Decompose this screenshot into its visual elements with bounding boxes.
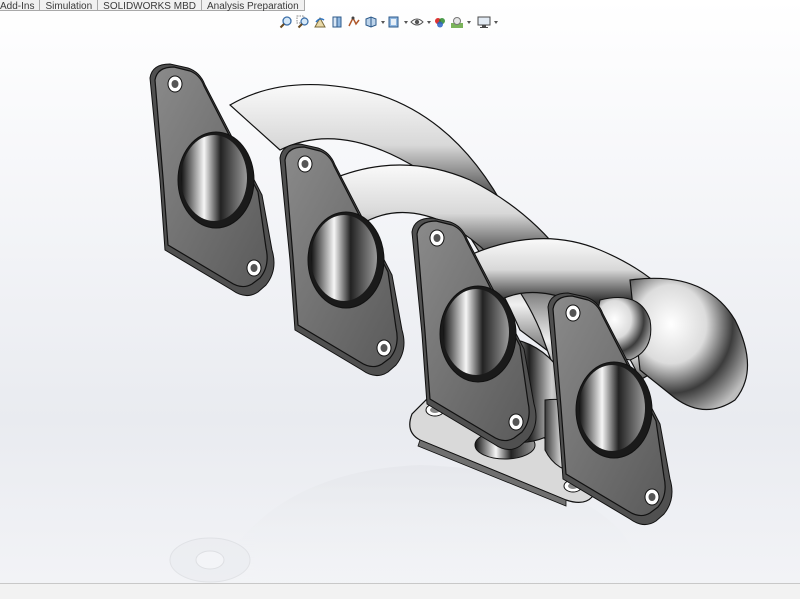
zoom-to-fit-icon[interactable] (278, 14, 294, 30)
edit-appearance-icon[interactable] (432, 14, 448, 30)
tab-simulation[interactable]: Simulation (39, 0, 99, 12)
display-style-icon[interactable] (386, 14, 402, 30)
zoom-to-area-icon[interactable] (295, 14, 311, 30)
graphics-area[interactable]: Add-Ins Simulation SOLIDWORKS MBD Analys… (0, 0, 800, 599)
command-manager-tabs: Add-Ins Simulation SOLIDWORKS MBD Analys… (0, 0, 305, 12)
section-view-icon[interactable] (329, 14, 345, 30)
status-bar (0, 583, 800, 599)
heads-up-view-toolbar (278, 13, 499, 31)
view-settings-dropdown[interactable] (493, 14, 499, 30)
tab-add-ins[interactable]: Add-Ins (0, 0, 41, 12)
apply-scene-dropdown[interactable] (466, 14, 472, 30)
tab-solidworks-mbd[interactable]: SOLIDWORKS MBD (97, 0, 202, 12)
hide-show-items-icon[interactable] (409, 14, 425, 30)
apply-scene-icon[interactable] (449, 14, 465, 30)
dynamic-annotation-view-icon[interactable] (346, 14, 362, 30)
view-orientation-icon[interactable] (363, 14, 379, 30)
previous-view-icon[interactable] (312, 14, 328, 30)
tab-analysis-preparation[interactable]: Analysis Preparation (200, 0, 305, 12)
view-settings-icon[interactable] (476, 14, 492, 30)
exhaust-manifold-model[interactable] (0, 0, 800, 599)
